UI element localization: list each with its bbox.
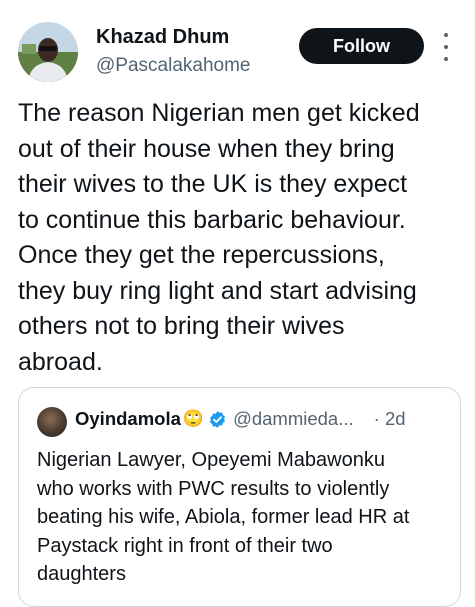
- tweet-line: The reason Nigerian men get kicked: [18, 99, 420, 127]
- quoted-line: Paystack right in front of their two: [37, 534, 333, 557]
- tweet-line: abroad.: [18, 347, 103, 376]
- tweet-text: The reason Nigerian men get kicked out o…: [18, 96, 463, 380]
- quoted-author-name[interactable]: Oyindamola: [75, 408, 181, 430]
- quoted-tweet-header: Oyindamola 🙄 @dammieda... · 2d: [75, 408, 455, 430]
- quoted-tweet-time[interactable]: · 2d: [374, 408, 406, 430]
- quoted-line: daughters: [37, 563, 126, 585]
- quoted-line: beating his wife, Abiola, former lead HR…: [37, 506, 410, 528]
- tweet-line: their wives to the UK is they expect: [18, 170, 408, 198]
- avatar-photo: [18, 22, 78, 82]
- more-options-icon[interactable]: [442, 33, 450, 61]
- quoted-line: who works with PWC results to violently: [37, 477, 390, 500]
- tweet-line: others not to bring their wives: [18, 312, 345, 340]
- quoted-tweet-card[interactable]: Oyindamola 🙄 @dammieda... · 2d Nigerian …: [18, 387, 461, 607]
- author-name[interactable]: Khazad Dhum: [96, 26, 229, 49]
- verified-badge-icon: [210, 410, 226, 428]
- follow-button[interactable]: Follow: [299, 28, 424, 64]
- tweet-line: Once they get the repercussions,: [18, 241, 385, 269]
- tweet-line: out of their house when they bring: [18, 134, 395, 163]
- quoted-line: Nigerian Lawyer, Opeyemi Mabawonku: [37, 449, 385, 471]
- tweet-line: they buy ring light and start advising: [18, 276, 417, 305]
- quoted-tweet-text: Nigerian Lawyer, Opeyemi Mabawonku who w…: [37, 446, 457, 589]
- rolling-eyes-emoji: 🙄: [182, 409, 205, 428]
- tweet-line: to continue this barbaric behaviour.: [18, 205, 406, 234]
- author-avatar[interactable]: [18, 22, 78, 82]
- quoted-author-avatar[interactable]: [37, 407, 67, 437]
- quoted-author-handle[interactable]: @dammieda...: [233, 408, 354, 430]
- author-handle[interactable]: @Pascalakahome: [96, 55, 250, 77]
